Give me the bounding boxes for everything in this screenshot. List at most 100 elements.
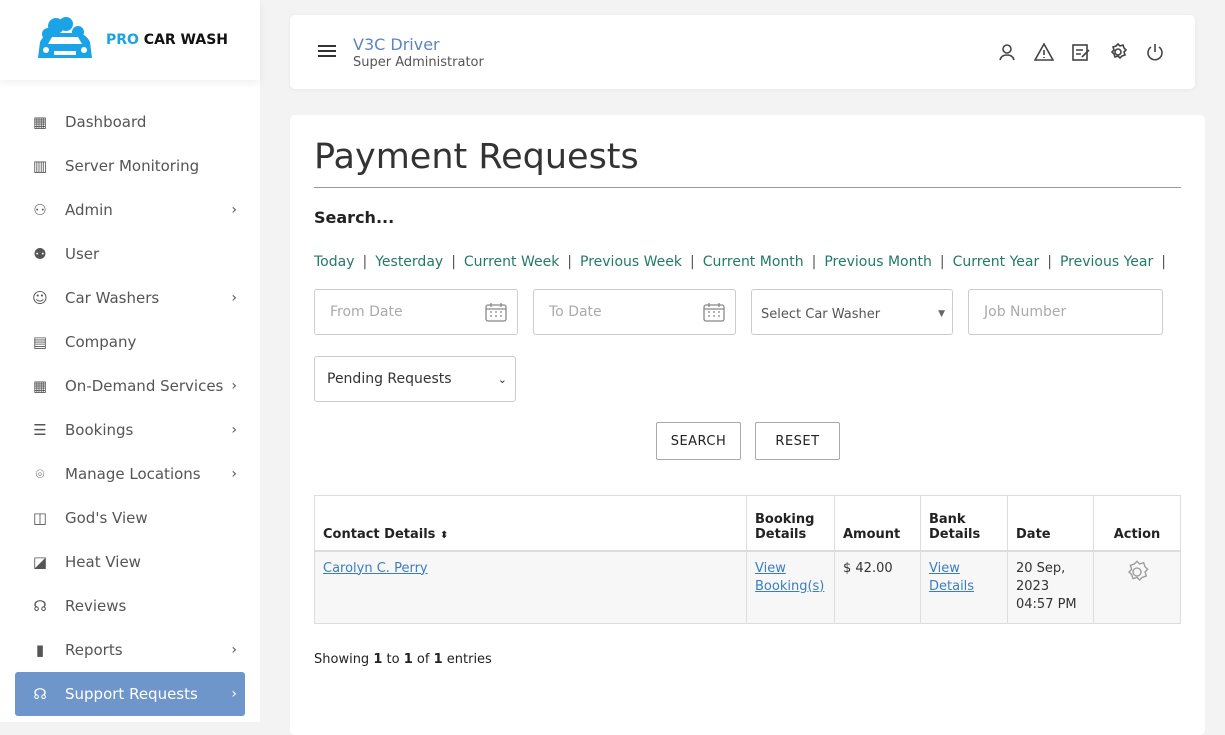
sidebar-item-car-washers[interactable]: ☺ Car Washers › <box>15 276 245 320</box>
quick-filter-link[interactable]: Current Month <box>703 254 804 270</box>
quick-date-filters: Today | Yesterday | Current Week | Previous We… <box>314 254 1174 270</box>
sidebar-item-label: Company <box>65 333 137 351</box>
chevron-right-icon: › <box>231 202 237 218</box>
separator: | <box>362 254 368 270</box>
settings-icon[interactable] <box>1108 42 1128 62</box>
contact-link[interactable]: Carolyn C. Perry <box>323 561 428 576</box>
sort-icon[interactable]: ⬍ <box>440 530 448 541</box>
gear-icon[interactable] <box>1125 559 1149 584</box>
divider <box>314 187 1181 188</box>
calendar-icon[interactable] <box>485 302 507 322</box>
sidebar-item-bookings[interactable]: ☰ Bookings › <box>15 408 245 452</box>
main-panel: Payment Requests Search... Today | Yesterd… <box>290 115 1205 735</box>
quick-filter-link[interactable]: Current Week <box>464 254 559 270</box>
separator: | <box>939 254 945 270</box>
logo[interactable]: PRO CAR WASH <box>0 0 260 80</box>
separator: | <box>451 254 456 270</box>
col-date: Date <box>1007 495 1094 552</box>
reviews-icon: ☊ <box>33 597 47 615</box>
sidebar-item-label: Admin <box>65 201 113 219</box>
chevron-right-icon: › <box>231 378 237 394</box>
bar-chart-icon: ▮ <box>35 641 45 659</box>
calendar-icon[interactable] <box>703 302 725 322</box>
sidebar-item-server-monitoring[interactable]: ▥ Server Monitoring <box>15 144 245 188</box>
quick-filter-link[interactable]: Previous Year <box>1060 254 1153 270</box>
sidebar-item-on-demand-services[interactable]: ▦ On-Demand Services › <box>15 364 245 408</box>
sidebar: PRO CAR WASH ▦ Dashboard ▥ Server Monitorin… <box>0 0 260 722</box>
sidebar-item-label: Bookings <box>65 421 134 439</box>
sidebar-item-support-requests[interactable]: ☊ Support Requests › <box>15 672 245 716</box>
col-amount: Amount <box>834 495 921 552</box>
heat-map-icon: ◪ <box>32 553 48 571</box>
sidebar-item-label: Heat View <box>65 553 141 571</box>
sidebar-item-heat-view[interactable]: ◪ Heat View <box>15 540 245 584</box>
quick-filter-link[interactable]: Previous Week <box>580 254 682 270</box>
sidebar-item-label: Reports <box>65 641 123 659</box>
job-number-input[interactable]: Job Number <box>968 289 1163 335</box>
sidebar-item-label: Server Monitoring <box>65 157 200 175</box>
hamburger-menu-icon[interactable] <box>318 45 336 60</box>
grid-icon: ▦ <box>32 377 48 395</box>
separator: | <box>567 254 573 270</box>
brand-name: PRO CAR WASH <box>105 32 229 48</box>
warning-icon[interactable] <box>1034 42 1054 62</box>
chevron-right-icon: › <box>231 422 237 438</box>
search-button[interactable]: SEARCH <box>656 422 741 460</box>
location-pin-icon: ⌾ <box>35 465 45 483</box>
sidebar-item-label: On-Demand Services <box>65 377 224 395</box>
users-icon: ⚉ <box>33 245 47 263</box>
quick-filter-link[interactable]: Yesterday <box>375 254 443 270</box>
top-header: V3C Driver Super Administrator <box>290 15 1195 89</box>
edit-note-icon[interactable] <box>1071 42 1091 62</box>
header-title: V3C Driver <box>353 35 440 54</box>
sidebar-item-manage-locations[interactable]: ⌾ Manage Locations › <box>15 452 245 496</box>
sidebar-item-company[interactable]: ▤ Company <box>15 320 245 364</box>
from-date-input[interactable]: From Date <box>314 289 518 335</box>
map-icon: ◫ <box>32 509 48 527</box>
search-heading: Search... <box>314 208 395 227</box>
sidebar-item-label: Reviews <box>65 597 127 615</box>
sidebar-item-user[interactable]: ⚉ User <box>15 232 245 276</box>
date-cell: 20 Sep, 2023 04:57 PM <box>1007 550 1094 624</box>
page-title: Payment Requests <box>314 137 639 177</box>
reset-button[interactable]: RESET <box>755 422 840 460</box>
profile-icon[interactable] <box>997 42 1017 62</box>
car-wash-logo-icon <box>37 17 92 58</box>
sidebar-item-reviews[interactable]: ☊ Reviews <box>15 584 245 628</box>
to-date-input[interactable]: To Date <box>533 289 736 335</box>
sidebar-item-label: Dashboard <box>65 113 147 131</box>
view-bookings-link[interactable]: View Booking(s) <box>755 561 824 594</box>
user-lock-icon: ⚇ <box>33 201 47 219</box>
chevron-right-icon: › <box>231 686 237 702</box>
col-booking-details: Booking Details <box>746 495 835 552</box>
list-icon: ☰ <box>33 421 47 439</box>
sidebar-item-label: Manage Locations <box>65 465 201 483</box>
building-icon: ▤ <box>32 333 48 351</box>
col-bank-details: Bank Details <box>920 495 1008 552</box>
power-icon[interactable] <box>1145 42 1165 62</box>
quick-filter-link[interactable]: Current Year <box>953 254 1040 270</box>
car-washer-select[interactable]: Select Car Washer ▼ <box>751 289 953 335</box>
quick-filter-link[interactable]: Previous Month <box>824 254 932 270</box>
sidebar-item-label: Car Washers <box>65 289 160 307</box>
sidebar-item-label: Support Requests <box>65 685 198 703</box>
table-row: Carolyn C. Perry View Booking(s) $ 42.00… <box>314 550 1181 624</box>
user-icon: ☺ <box>32 289 48 307</box>
chevron-right-icon: › <box>231 642 237 658</box>
headset-icon: ☊ <box>33 685 47 703</box>
dashboard-icon: ▦ <box>32 113 48 131</box>
view-bank-details-link[interactable]: View Details <box>929 561 974 594</box>
sidebar-item-dashboard[interactable]: ▦ Dashboard <box>15 100 245 144</box>
chevron-right-icon: › <box>231 466 237 482</box>
sidebar-item-reports[interactable]: ▮ Reports › <box>15 628 245 672</box>
quick-filter-link[interactable]: Today <box>314 254 355 270</box>
sidebar-item-label: User <box>65 245 100 263</box>
separator: | <box>811 254 817 270</box>
status-select[interactable]: Pending Requests ⌄ <box>314 356 516 402</box>
sidebar-item-admin[interactable]: ⚇ Admin › <box>15 188 245 232</box>
dropdown-caret-icon: ▼ <box>938 309 945 319</box>
sidebar-item-god-s-view[interactable]: ◫ God's View <box>15 496 245 540</box>
chevron-right-icon: › <box>231 290 237 306</box>
col-contact-details[interactable]: Contact Details ⬍ <box>314 495 747 552</box>
separator: | <box>1047 254 1052 270</box>
